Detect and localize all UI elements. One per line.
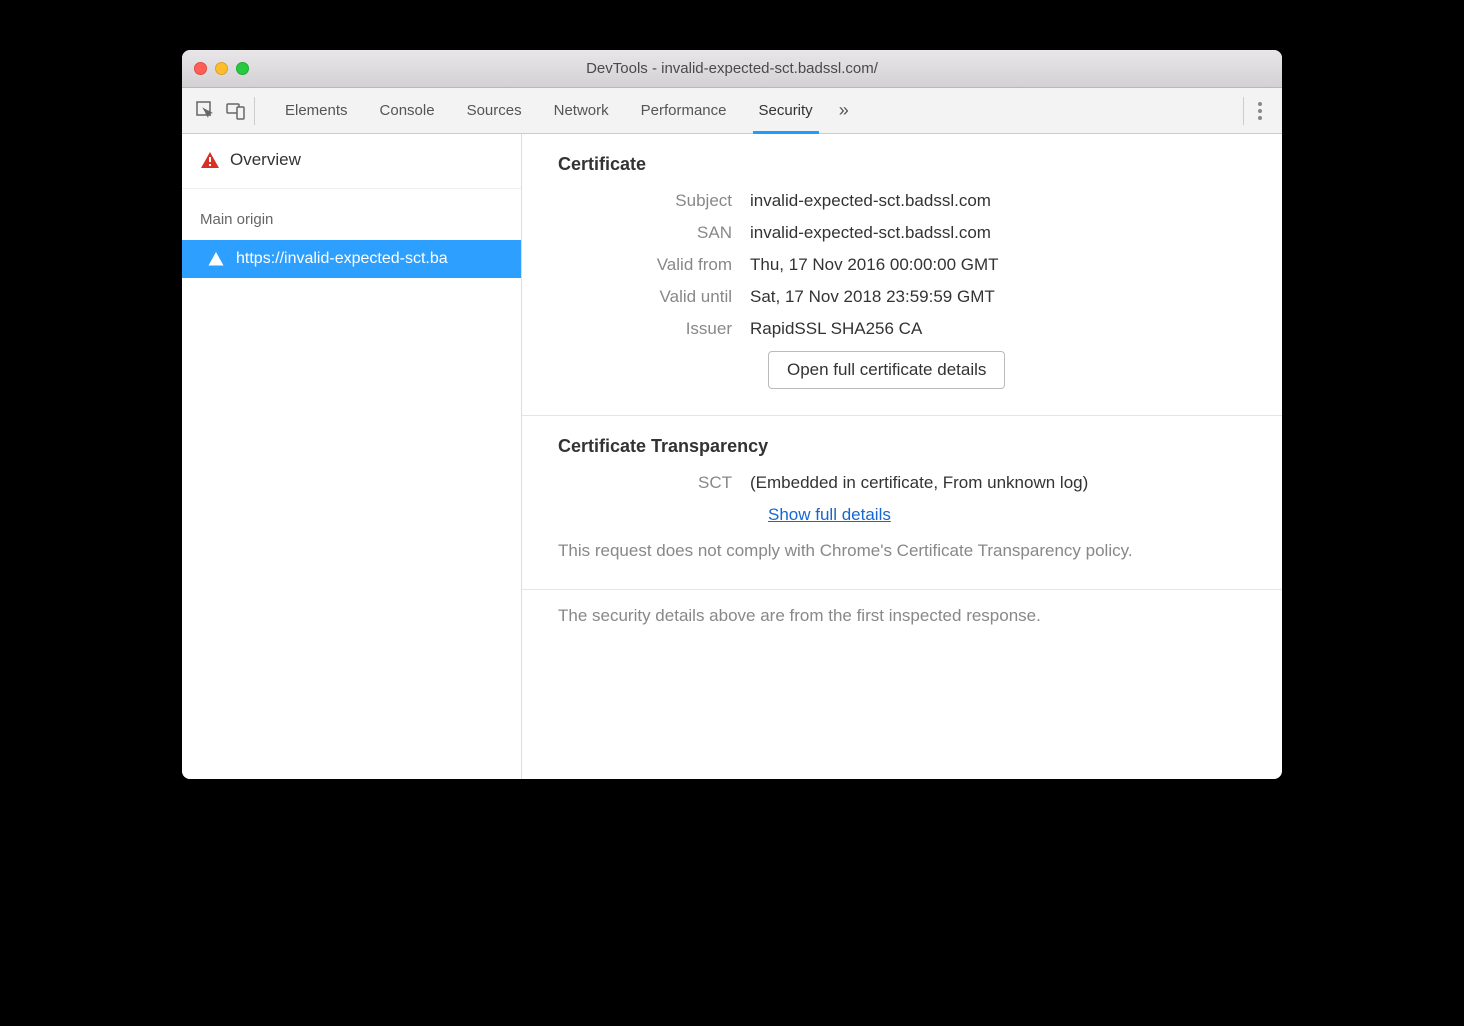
cert-button-row: Open full certificate details [768,351,1246,389]
tabbar-tools [192,97,255,125]
window-title: DevTools - invalid-expected-sct.badssl.c… [182,60,1282,77]
value-san: invalid-expected-sct.badssl.com [750,223,991,243]
certificate-section: Certificate Subject invalid-expected-sct… [522,134,1282,416]
tab-performance[interactable]: Performance [625,88,743,133]
value-issuer: RapidSSL SHA256 CA [750,319,922,339]
menu-icon[interactable] [1254,98,1266,124]
show-full-details-link[interactable]: Show full details [768,505,891,524]
tab-elements[interactable]: Elements [269,88,364,133]
ct-note: This request does not comply with Chrome… [558,539,1246,563]
more-tabs-icon[interactable]: » [829,100,859,121]
origin-url: https://invalid-expected-sct.ba [236,250,448,268]
value-valid-until: Sat, 17 Nov 2018 23:59:59 GMT [750,287,995,307]
main-origin-header: Main origin [182,189,521,240]
devtools-window: DevTools - invalid-expected-sct.badssl.c… [182,50,1282,779]
tabbar-tabs: Elements Console Sources Network Perform… [269,88,1239,133]
label-sct: SCT [558,473,750,493]
tab-sources[interactable]: Sources [451,88,538,133]
main-content: Certificate Subject invalid-expected-sct… [522,134,1282,779]
inspect-element-icon[interactable] [196,101,216,121]
row-sct: SCT (Embedded in certificate, From unkno… [558,473,1246,493]
overview-label: Overview [230,150,301,170]
minimize-window-button[interactable] [215,62,228,75]
row-valid-from: Valid from Thu, 17 Nov 2016 00:00:00 GMT [558,255,1246,275]
insecure-triangle-icon [208,251,224,267]
sidebar-overview[interactable]: Overview [182,134,521,189]
warning-triangle-icon [200,150,220,170]
label-issuer: Issuer [558,319,750,339]
label-subject: Subject [558,191,750,211]
tabbar: Elements Console Sources Network Perform… [182,88,1282,134]
tab-network[interactable]: Network [538,88,625,133]
maximize-window-button[interactable] [236,62,249,75]
toggle-device-icon[interactable] [226,101,246,121]
row-issuer: Issuer RapidSSL SHA256 CA [558,319,1246,339]
close-window-button[interactable] [194,62,207,75]
open-cert-details-button[interactable]: Open full certificate details [768,351,1005,389]
ct-link-row: Show full details [768,505,1246,525]
certificate-title: Certificate [558,154,1246,175]
ct-title: Certificate Transparency [558,436,1246,457]
tab-security[interactable]: Security [743,88,829,133]
sidebar: Overview Main origin https://invalid-exp… [182,134,522,779]
row-san: SAN invalid-expected-sct.badssl.com [558,223,1246,243]
ct-section: Certificate Transparency SCT (Embedded i… [522,416,1282,590]
label-san: SAN [558,223,750,243]
traffic-lights [194,62,249,75]
footer-note: The security details above are from the … [522,590,1282,646]
label-valid-from: Valid from [558,255,750,275]
value-sct: (Embedded in certificate, From unknown l… [750,473,1088,493]
row-valid-until: Valid until Sat, 17 Nov 2018 23:59:59 GM… [558,287,1246,307]
value-valid-from: Thu, 17 Nov 2016 00:00:00 GMT [750,255,999,275]
tabbar-right [1243,97,1272,125]
origin-item[interactable]: https://invalid-expected-sct.ba [182,240,521,278]
label-valid-until: Valid until [558,287,750,307]
row-subject: Subject invalid-expected-sct.badssl.com [558,191,1246,211]
panel-body: Overview Main origin https://invalid-exp… [182,134,1282,779]
tab-console[interactable]: Console [364,88,451,133]
titlebar: DevTools - invalid-expected-sct.badssl.c… [182,50,1282,88]
value-subject: invalid-expected-sct.badssl.com [750,191,991,211]
